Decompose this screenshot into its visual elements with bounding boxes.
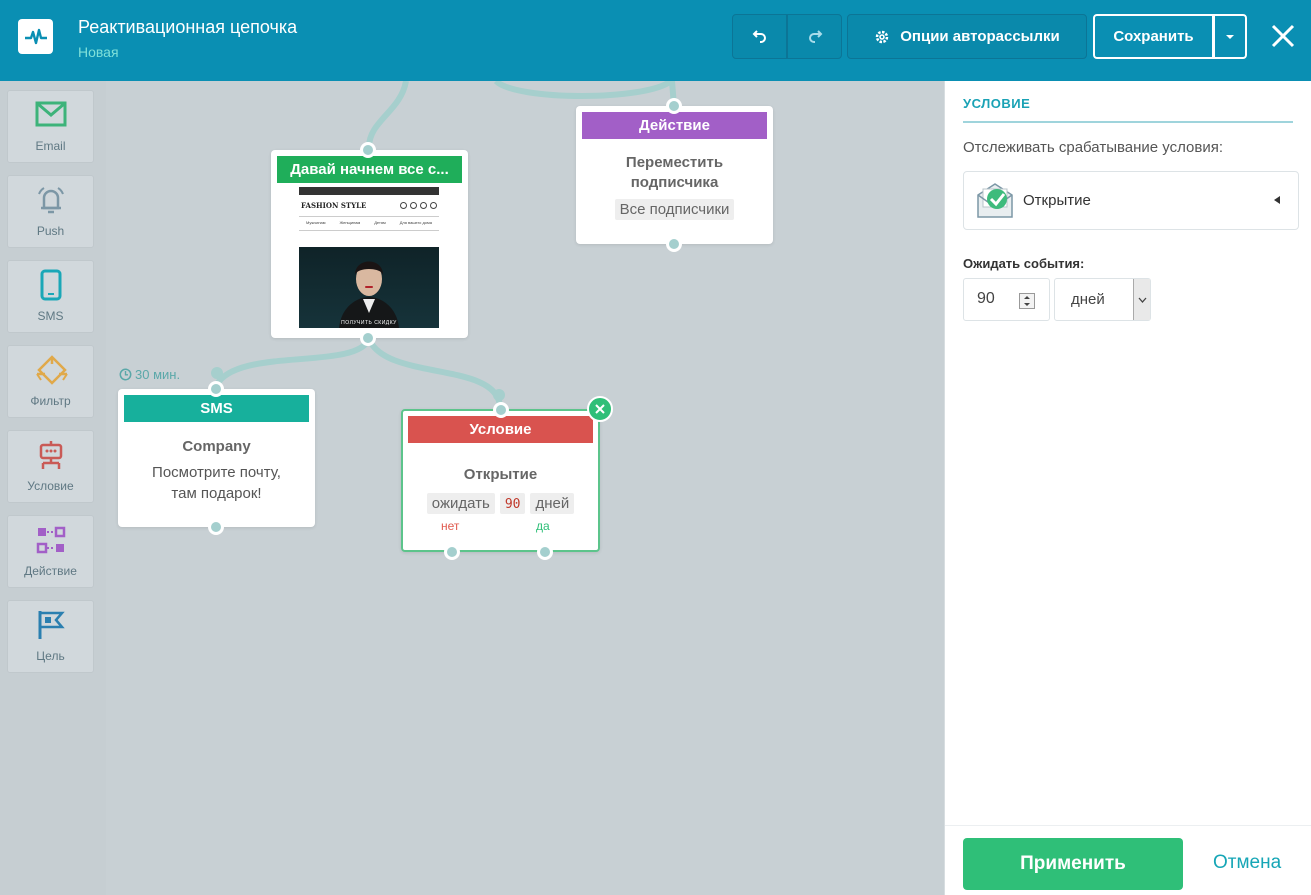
flag-icon bbox=[38, 611, 65, 639]
number-spinner[interactable] bbox=[1019, 293, 1035, 309]
email-open-icon bbox=[977, 183, 1013, 218]
settings-panel: УСЛОВИЕ Отслеживать срабатывание условия… bbox=[944, 81, 1311, 895]
unit-dropdown-toggle[interactable] bbox=[1133, 279, 1150, 320]
phone-icon bbox=[40, 269, 62, 301]
workflow-canvas[interactable]: Давай начнем все с... FASHION STYLE Мужч… bbox=[106, 81, 944, 895]
condition-no-port[interactable] bbox=[444, 544, 460, 560]
wait-unit-value: дней bbox=[1071, 291, 1105, 308]
condition-select-value: Открытие bbox=[1023, 192, 1091, 209]
close-icon bbox=[1271, 24, 1295, 48]
panel-divider bbox=[963, 121, 1293, 123]
filter-icon bbox=[36, 355, 68, 385]
sms-node-header: SMS bbox=[124, 395, 309, 422]
mail-icon bbox=[35, 101, 67, 127]
condition-node-header: Условие bbox=[408, 416, 593, 443]
toolbar-item-filter[interactable]: Фильтр bbox=[7, 345, 94, 418]
toolbar-item-label: Цель bbox=[36, 649, 65, 663]
preview-brand: FASHION STYLE bbox=[301, 201, 367, 210]
close-button[interactable] bbox=[1267, 20, 1299, 52]
toolbar-item-label: Email bbox=[35, 139, 66, 153]
toolbar-item-condition[interactable]: Условие bbox=[7, 430, 94, 503]
save-dropdown-button[interactable] bbox=[1213, 14, 1247, 59]
app-header: Реактивационная цепочка Новая Опции авто… bbox=[0, 0, 1311, 81]
action-node-chip: Все подписчики bbox=[614, 199, 735, 220]
condition-yes-port[interactable] bbox=[537, 544, 553, 560]
spinner-arrows-icon bbox=[1024, 296, 1030, 306]
preview-social-icons bbox=[400, 202, 437, 209]
action-node-header: Действие bbox=[582, 112, 767, 139]
sms-delay-label: 30 мин. bbox=[119, 367, 180, 382]
condition-node-title: Открытие bbox=[463, 466, 538, 483]
condition-value-chip: 90 bbox=[499, 493, 526, 514]
sms-node-text: Посмотрите почту, там подарок! bbox=[152, 464, 281, 502]
bell-icon bbox=[38, 187, 64, 214]
condition-select[interactable]: Открытие bbox=[963, 171, 1299, 230]
element-toolbar: Email Push SMS Фильтр Условие Действие Ц… bbox=[0, 81, 106, 895]
robot-icon bbox=[39, 441, 63, 469]
action-icon bbox=[36, 526, 66, 554]
delete-node-button[interactable] bbox=[587, 396, 613, 422]
page-title: Реактивационная цепочка bbox=[78, 17, 298, 37]
sms-node-output-port[interactable] bbox=[208, 519, 224, 535]
wait-number-input[interactable]: 90 bbox=[963, 278, 1050, 321]
condition-unit-chip: дней bbox=[530, 493, 575, 514]
email-node-input-port[interactable] bbox=[360, 142, 376, 158]
panel-title: УСЛОВИЕ bbox=[963, 96, 1031, 111]
email-node-title: Давай начнем все с... bbox=[277, 156, 462, 183]
redo-button[interactable] bbox=[787, 14, 842, 59]
sms-node-input-port[interactable] bbox=[208, 381, 224, 397]
apply-button[interactable]: Применить bbox=[963, 838, 1183, 890]
toolbar-item-sms[interactable]: SMS bbox=[7, 260, 94, 333]
action-node-title: Переместить подписчика bbox=[625, 154, 724, 191]
gear-icon bbox=[876, 30, 889, 43]
sms-node[interactable]: SMS Company Посмотрите почту, там подаро… bbox=[118, 381, 315, 535]
action-node[interactable]: Действие Переместить подписчика Все подп… bbox=[576, 98, 773, 252]
track-label: Отслеживать срабатывание условия: bbox=[963, 139, 1224, 156]
cancel-button[interactable]: Отмена bbox=[1213, 852, 1281, 874]
condition-node-input-port[interactable] bbox=[493, 402, 509, 418]
redo-icon bbox=[808, 29, 822, 43]
undo-button[interactable] bbox=[732, 14, 787, 59]
mailing-options-button[interactable]: Опции авторассылки bbox=[847, 14, 1087, 59]
clock-icon bbox=[119, 368, 132, 381]
toolbar-item-email[interactable]: Email bbox=[7, 90, 94, 163]
email-node-output-port[interactable] bbox=[360, 330, 376, 346]
toolbar-item-label: Действие bbox=[24, 564, 77, 578]
app-logo-icon[interactable] bbox=[18, 19, 53, 54]
toolbar-item-label: Условие bbox=[27, 479, 74, 493]
condition-node[interactable]: Условие Открытие ожидать 90 дней нет да bbox=[401, 396, 613, 560]
undo-icon bbox=[752, 29, 766, 43]
toolbar-item-label: Фильтр bbox=[30, 394, 71, 408]
sms-node-title: Company bbox=[182, 438, 251, 455]
condition-wait-chip: ожидать bbox=[426, 493, 495, 514]
action-node-input-port[interactable] bbox=[666, 98, 682, 114]
close-icon bbox=[595, 404, 605, 414]
wait-label: Ожидать события: bbox=[963, 256, 1085, 271]
toolbar-item-label: SMS bbox=[37, 309, 64, 323]
preview-cta: ПОЛУЧИТЬ СКИДКУ bbox=[341, 320, 397, 326]
yes-branch-label: да bbox=[536, 519, 550, 533]
no-branch-label: нет bbox=[441, 519, 460, 533]
toolbar-item-push[interactable]: Push bbox=[7, 175, 94, 248]
email-preview: FASHION STYLE Мужчинам Женщинам Детям Дл… bbox=[299, 187, 439, 328]
caret-left-icon bbox=[1274, 196, 1280, 204]
chevron-down-icon bbox=[1138, 297, 1146, 303]
options-label: Опции авторассылки bbox=[900, 28, 1060, 45]
preview-nav: Мужчинам Женщинам Детям Для вашего дома bbox=[299, 216, 439, 231]
toolbar-item-action[interactable]: Действие bbox=[7, 515, 94, 588]
status-label: Новая bbox=[78, 44, 119, 60]
toolbar-item-goal[interactable]: Цель bbox=[7, 600, 94, 673]
panel-footer: Применить Отмена bbox=[945, 825, 1311, 895]
action-node-output-port[interactable] bbox=[666, 236, 682, 252]
save-button[interactable]: Сохранить bbox=[1093, 14, 1214, 59]
preview-hero-image: ПОЛУЧИТЬ СКИДКУ bbox=[299, 247, 439, 328]
caret-down-icon bbox=[1226, 34, 1234, 39]
toolbar-item-label: Push bbox=[36, 224, 65, 238]
wait-number-value: 90 bbox=[977, 290, 995, 307]
wait-unit-select[interactable]: дней bbox=[1054, 278, 1151, 321]
email-node[interactable]: Давай начнем все с... FASHION STYLE Мужч… bbox=[271, 142, 468, 346]
